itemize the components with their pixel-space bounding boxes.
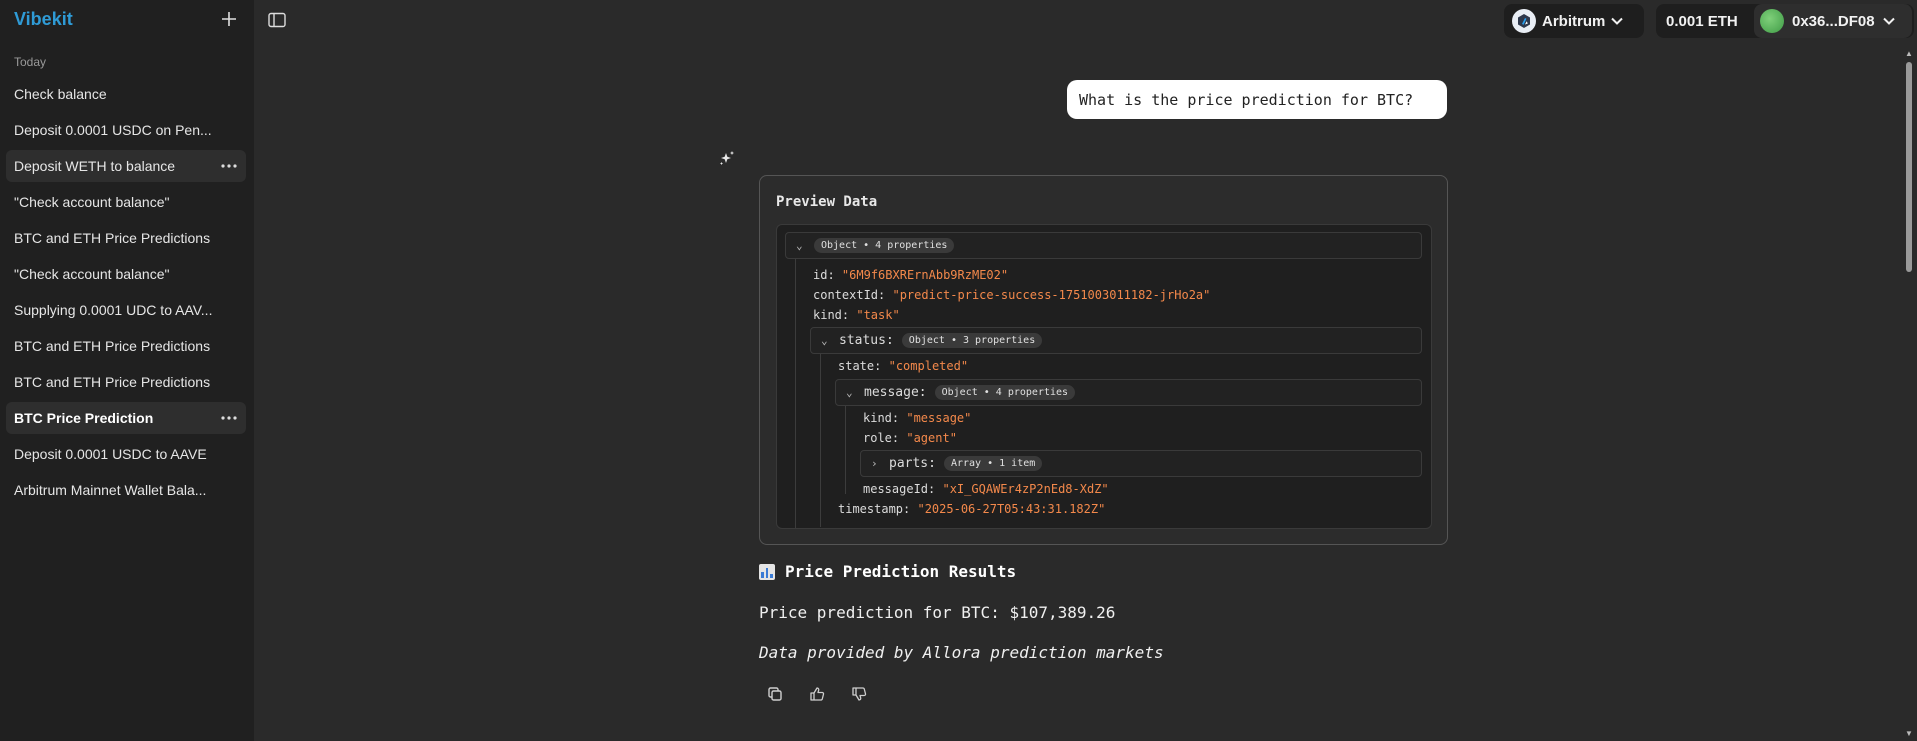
json-message-object[interactable]: ⌄ message: Object • 4 properties bbox=[835, 379, 1422, 406]
chat-item[interactable]: Supplying 0.0001 UDC to AAV... bbox=[6, 294, 246, 326]
json-row-id: id: "6M9f6BXRErnAbb9RzME02" bbox=[813, 268, 1009, 282]
array-badge: Array • 1 item bbox=[943, 456, 1043, 471]
chevron-down-icon: ⌄ bbox=[846, 386, 853, 399]
chat-item[interactable]: Deposit 0.0001 USDC to AAVE bbox=[6, 438, 246, 470]
chat-item-label: Deposit 0.0001 USDC on Pen... bbox=[14, 122, 212, 138]
toggle-sidebar-button[interactable] bbox=[268, 12, 288, 30]
chevron-right-icon: › bbox=[871, 457, 878, 470]
bar-chart-icon bbox=[759, 563, 775, 580]
json-row-kind: kind: "task" bbox=[813, 308, 900, 322]
app-root: Vibekit Today Check balance Deposit 0.00… bbox=[0, 0, 1917, 741]
chevron-down-icon: ⌄ bbox=[821, 334, 828, 347]
chat-item[interactable]: BTC and ETH Price Predictions bbox=[6, 366, 246, 398]
plus-icon bbox=[222, 12, 236, 26]
chat-item-label: Check balance bbox=[14, 86, 107, 102]
chat-history-list: Check balance Deposit 0.0001 USDC on Pen… bbox=[6, 78, 246, 510]
wallet-balance-area: 0.001 ETH 0x36...DF08 bbox=[1656, 4, 1914, 38]
tree-guide-line bbox=[820, 337, 821, 527]
chat-item-label: BTC and ETH Price Predictions bbox=[14, 230, 211, 246]
chat-item[interactable]: Check balance bbox=[6, 78, 246, 110]
sparkle-icon bbox=[720, 151, 734, 165]
chat-item[interactable]: BTC and ETH Price Predictions bbox=[6, 330, 246, 362]
thumbs-up-icon bbox=[810, 687, 825, 701]
chat-item-label: "Check account balance" bbox=[14, 194, 170, 210]
account-selector[interactable]: 0x36...DF08 bbox=[1754, 4, 1912, 38]
preview-data-card: Preview Data ⌄ Object • 4 properties id:… bbox=[759, 175, 1448, 545]
chevron-down-icon: ⌄ bbox=[796, 239, 803, 252]
copy-icon bbox=[768, 687, 782, 701]
network-selector[interactable]: Arbitrum bbox=[1504, 4, 1644, 38]
chat-item-label: BTC and ETH Price Predictions bbox=[14, 374, 211, 390]
chat-item-label: Supplying 0.0001 UDC to AAV... bbox=[14, 302, 213, 318]
chat-item-active[interactable]: BTC Price Prediction bbox=[6, 402, 246, 434]
user-message-bubble: What is the price prediction for BTC? bbox=[1067, 80, 1447, 119]
results-heading-text: Price Prediction Results bbox=[785, 562, 1017, 581]
json-root-object[interactable]: ⌄ Object • 4 properties bbox=[785, 232, 1422, 259]
preview-title: Preview Data bbox=[776, 194, 878, 210]
chevron-down-icon bbox=[1882, 17, 1895, 25]
user-message-text: What is the price prediction for BTC? bbox=[1079, 90, 1414, 109]
json-row-messageid: messageId: "xI_GQAWEr4zP2nEd8-XdZ" bbox=[863, 482, 1109, 496]
thumbs-down-button[interactable] bbox=[849, 684, 869, 704]
results-heading: Price Prediction Results bbox=[759, 562, 1016, 581]
object-badge: Object • 4 properties bbox=[814, 238, 955, 253]
chevron-down-icon bbox=[1611, 17, 1624, 25]
sidebar-toggle-icon bbox=[268, 12, 286, 28]
parts-key: parts: bbox=[889, 456, 936, 471]
chat-item-label: Deposit WETH to balance bbox=[14, 158, 176, 174]
chat-item[interactable]: BTC and ETH Price Predictions bbox=[6, 222, 246, 254]
message-key: message: bbox=[864, 385, 927, 400]
chat-item-label: Deposit 0.0001 USDC to AAVE bbox=[14, 446, 207, 462]
object-badge: Object • 3 properties bbox=[901, 333, 1043, 348]
source-text: Data provided by Allora prediction marke… bbox=[759, 643, 1164, 662]
sidebar: Vibekit Today Check balance Deposit 0.00… bbox=[0, 0, 254, 741]
brand-logo-text[interactable]: Vibekit bbox=[14, 9, 73, 30]
json-row-timestamp: timestamp: "2025-06-27T05:43:31.182Z" bbox=[838, 502, 1106, 516]
scrollbar-thumb[interactable] bbox=[1906, 62, 1912, 272]
json-row-role: role: "agent" bbox=[863, 431, 957, 445]
chat-item[interactable]: "Check account balance" bbox=[6, 186, 246, 218]
avatar bbox=[1760, 9, 1784, 33]
more-options-icon[interactable] bbox=[220, 411, 238, 425]
new-chat-button[interactable] bbox=[218, 8, 240, 30]
section-label-today: Today bbox=[14, 55, 47, 69]
json-parts-array[interactable]: › parts: Array • 1 item bbox=[860, 450, 1422, 477]
json-row-contextid: contextId: "predict-price-success-175100… bbox=[813, 288, 1211, 302]
json-status-object[interactable]: ⌄ status: Object • 3 properties bbox=[810, 327, 1422, 354]
chat-item-label: "Check account balance" bbox=[14, 266, 170, 282]
thumbs-up-button[interactable] bbox=[807, 684, 827, 704]
scroll-up-arrow[interactable]: ▲ bbox=[1904, 50, 1914, 58]
account-address: 0x36...DF08 bbox=[1792, 12, 1875, 30]
more-options-icon[interactable] bbox=[220, 159, 238, 173]
json-row-message-kind: kind: "message" bbox=[863, 411, 972, 425]
scroll-down-arrow[interactable]: ▼ bbox=[1904, 730, 1914, 738]
copy-button[interactable] bbox=[765, 684, 785, 704]
chat-item[interactable]: Deposit 0.0001 USDC on Pen... bbox=[6, 114, 246, 146]
eth-balance: 0.001 ETH bbox=[1666, 12, 1738, 30]
network-name: Arbitrum bbox=[1542, 12, 1606, 30]
chat-item-label: BTC Price Prediction bbox=[14, 410, 154, 426]
chat-item[interactable]: "Check account balance" bbox=[6, 258, 246, 290]
tree-guide-line bbox=[795, 257, 796, 528]
json-viewer: ⌄ Object • 4 properties id: "6M9f6BXRErn… bbox=[776, 224, 1432, 529]
chat-item-label: BTC and ETH Price Predictions bbox=[14, 338, 211, 354]
chat-item[interactable]: Arbitrum Mainnet Wallet Bala... bbox=[6, 474, 246, 506]
json-row-state: state: "completed" bbox=[838, 359, 969, 373]
prediction-text: Price prediction for BTC: $107,389.26 bbox=[759, 603, 1116, 622]
chat-item-label: Arbitrum Mainnet Wallet Bala... bbox=[14, 482, 207, 498]
thumbs-down-icon bbox=[852, 687, 867, 701]
chat-item[interactable]: Deposit WETH to balance bbox=[6, 150, 246, 182]
status-key: status: bbox=[839, 333, 894, 348]
message-actions bbox=[765, 684, 869, 704]
object-badge: Object • 4 properties bbox=[934, 385, 1076, 400]
arbitrum-icon bbox=[1512, 9, 1536, 33]
